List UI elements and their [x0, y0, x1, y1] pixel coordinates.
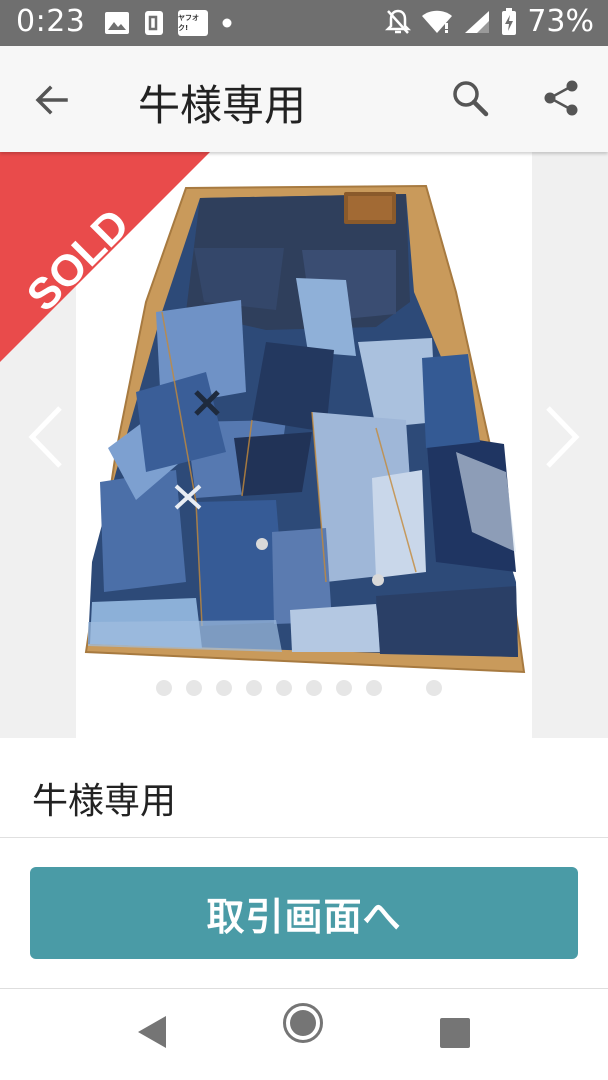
pagination-dot-active[interactable] — [396, 680, 412, 696]
chevron-left-icon — [28, 406, 62, 468]
chevron-right-icon — [546, 406, 580, 468]
back-arrow-icon — [35, 85, 68, 115]
notification-dot-icon — [222, 18, 232, 28]
yahoo-auction-icon: ヤフオク! — [178, 10, 208, 36]
pagination-dot[interactable] — [276, 680, 292, 696]
pagination-dot[interactable] — [366, 680, 382, 696]
nfc-icon — [144, 10, 164, 36]
gallery-pagination — [156, 680, 442, 696]
nav-back-icon — [138, 1016, 166, 1048]
status-notification-icons: ヤフオク! — [104, 8, 232, 38]
bell-off-icon — [385, 8, 412, 36]
signal-icon — [463, 9, 491, 35]
nav-home-icon — [283, 1003, 323, 1043]
battery-charging-icon — [501, 7, 517, 36]
status-bar: 0:23 ヤフオク! 73% — [0, 0, 608, 46]
app-bar: 牛様専用 — [0, 46, 608, 152]
nav-back-button[interactable] — [134, 1012, 170, 1052]
pagination-dot[interactable] — [336, 680, 352, 696]
pagination-dot[interactable] — [306, 680, 322, 696]
pagination-dot[interactable] — [156, 680, 172, 696]
system-navigation-bar — [0, 990, 608, 1080]
status-time: 0:23 — [16, 4, 86, 39]
nav-home-button[interactable] — [282, 1002, 324, 1044]
status-system-icons: 73% — [385, 4, 594, 39]
pagination-dot[interactable] — [246, 680, 262, 696]
back-button[interactable] — [30, 78, 74, 122]
pagination-dot[interactable] — [426, 680, 442, 696]
share-button[interactable] — [540, 76, 584, 120]
item-title: 牛様専用 — [32, 781, 177, 822]
action-row: 取引画面へ — [0, 839, 608, 989]
nav-recents-icon[interactable] — [440, 1018, 470, 1048]
go-to-transaction-button[interactable]: 取引画面へ — [30, 867, 578, 959]
search-button[interactable] — [448, 76, 492, 120]
pagination-dot[interactable] — [186, 680, 202, 696]
previous-image-button[interactable] — [20, 402, 70, 472]
item-title-row: 牛様専用 — [0, 738, 608, 838]
page-title: 牛様専用 — [138, 81, 307, 130]
search-icon — [453, 81, 489, 117]
image-icon — [104, 11, 130, 35]
image-gallery[interactable]: SOLD — [0, 152, 608, 738]
next-image-button[interactable] — [538, 402, 588, 472]
battery-percent: 73% — [527, 4, 594, 39]
pagination-dot[interactable] — [216, 680, 232, 696]
sold-badge: SOLD — [0, 152, 210, 362]
wifi-icon — [421, 9, 453, 35]
share-icon — [544, 80, 578, 116]
